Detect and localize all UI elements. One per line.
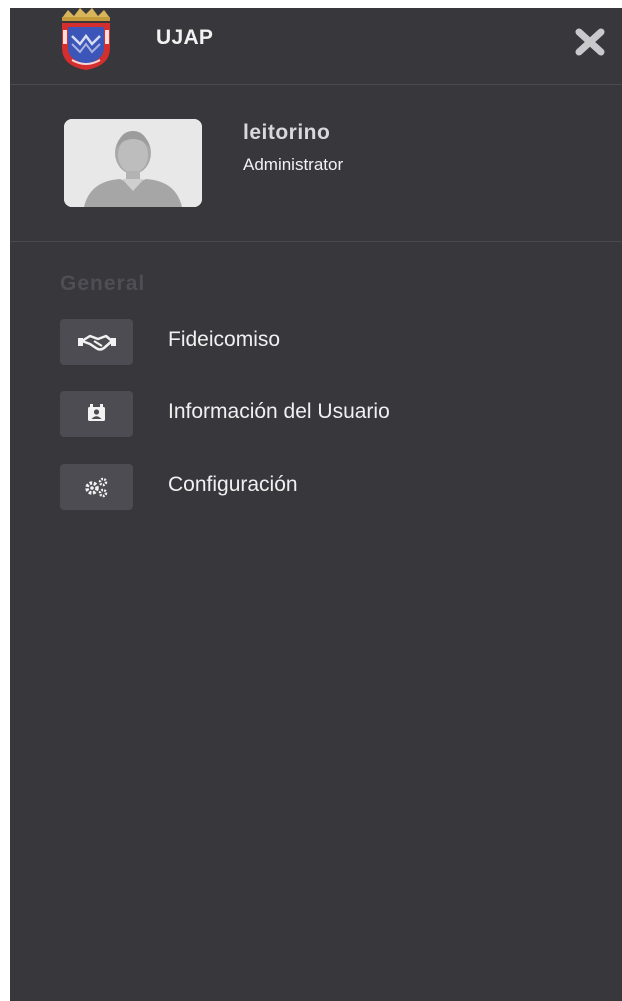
sidebar-item-label: Configuración bbox=[168, 473, 298, 496]
user-profile: leitorino Administrator bbox=[10, 85, 622, 242]
app-title: UJAP bbox=[156, 26, 214, 49]
handshake-icon bbox=[60, 319, 133, 365]
sidebar-item-configuracion[interactable]: Configuración bbox=[10, 461, 622, 513]
avatar[interactable] bbox=[64, 119, 202, 207]
sidebar-item-label: Fideicomiso bbox=[168, 328, 281, 351]
sidebar-item-fideicomiso[interactable]: Fideicomiso bbox=[10, 316, 622, 368]
user-role: Administrator bbox=[243, 155, 344, 174]
ujap-logo[interactable] bbox=[58, 8, 114, 72]
sidebar-panel: UJAP leitorino Administrator General Fid… bbox=[10, 8, 622, 1001]
contact-card-icon bbox=[60, 391, 133, 437]
sidebar-header: UJAP bbox=[10, 8, 622, 85]
menu-section-title: General bbox=[60, 272, 146, 295]
sidebar-item-user-info[interactable]: Información del Usuario bbox=[10, 388, 622, 440]
close-icon[interactable] bbox=[570, 26, 610, 58]
username: leitorino bbox=[243, 121, 331, 144]
sidebar-item-label: Información del Usuario bbox=[168, 400, 390, 423]
gears-icon bbox=[60, 464, 133, 510]
